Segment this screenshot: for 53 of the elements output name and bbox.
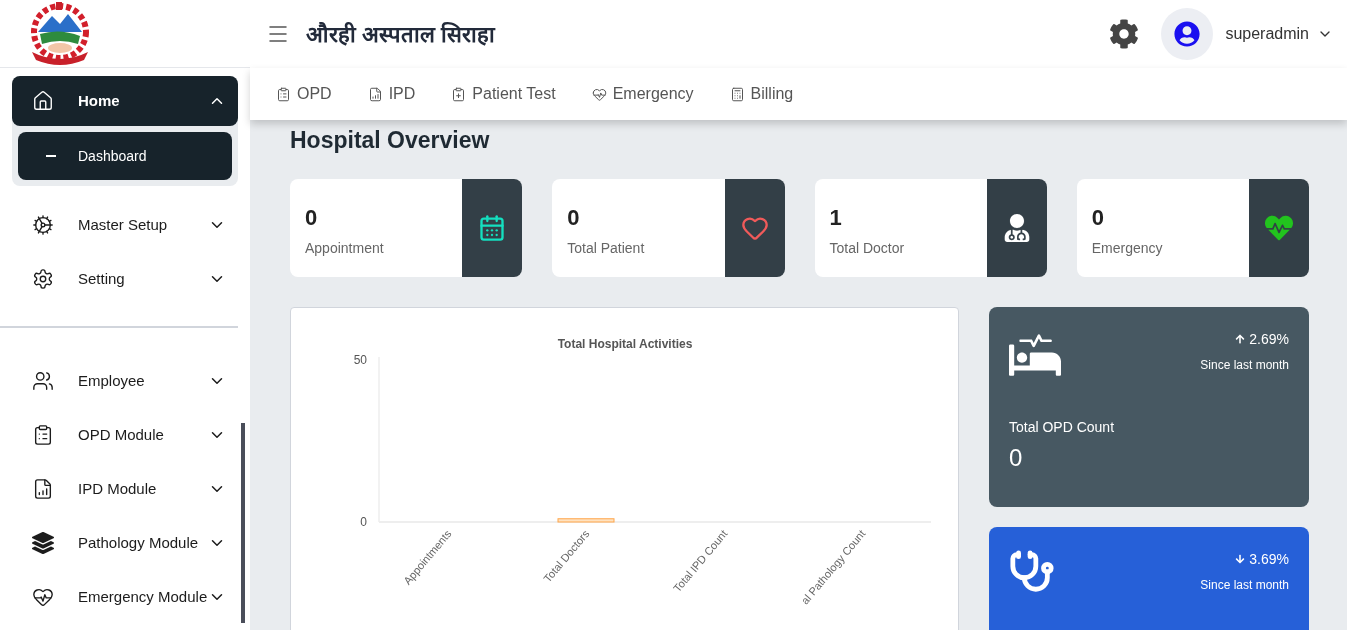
scrollbar-thumb[interactable] xyxy=(241,423,245,623)
settings-button[interactable] xyxy=(1109,19,1140,49)
change-value: 3.69% xyxy=(1235,548,1289,570)
chart-title: Total Hospital Activities xyxy=(557,336,693,351)
clipboard-icon xyxy=(32,424,54,446)
summary-value: 0 xyxy=(1009,442,1024,473)
stat-label: Appointment xyxy=(305,238,385,258)
clipboard-icon xyxy=(276,86,291,102)
heart-pulse-icon xyxy=(32,586,54,608)
layers-icon xyxy=(32,532,54,554)
stat-value: 0 xyxy=(305,203,319,232)
hospital-name: औरही अस्पताल सिराहा xyxy=(306,20,496,49)
nav-tab[interactable]: Emergency xyxy=(591,82,694,106)
arrow-down-icon xyxy=(1235,554,1246,564)
summary-label: Total OPD Count xyxy=(1009,417,1116,437)
chart-bar xyxy=(557,517,615,522)
home-icon xyxy=(32,90,54,112)
axis-tick-label: 0 xyxy=(360,514,367,529)
stethoscope-icon xyxy=(1009,548,1055,595)
nav-tab[interactable]: Patient Test xyxy=(451,82,556,106)
page-title: Hospital Overview xyxy=(290,126,491,155)
stat-value: 1 xyxy=(829,203,843,232)
sidebar-item[interactable]: Emergency Module xyxy=(12,570,238,624)
sidebar-item[interactable]: Setting xyxy=(12,252,238,306)
stat-value: 0 xyxy=(1091,203,1105,232)
nav-tab[interactable]: IPD xyxy=(367,82,416,106)
stat-value: 0 xyxy=(567,203,581,232)
stat-label: Total Doctor xyxy=(829,238,906,258)
sidebar-item[interactable]: Pathology Module xyxy=(12,516,238,570)
change-note: Since last month xyxy=(1200,356,1289,374)
calculator-icon xyxy=(729,86,745,102)
stat-label: Emergency xyxy=(1091,238,1164,258)
settings-icon xyxy=(32,268,54,290)
clipboard-plus-icon xyxy=(451,86,467,102)
sidebar-item[interactable]: IPD Module xyxy=(12,462,238,516)
gear-icon xyxy=(32,214,54,236)
nav-tab[interactable]: Billing xyxy=(729,82,794,106)
heart-pulse-icon xyxy=(591,86,607,102)
change-note: Since last month xyxy=(1200,576,1289,594)
user-menu[interactable]: superadmin xyxy=(1225,22,1333,46)
stat-label: Total Patient xyxy=(567,238,646,258)
sidebar-item[interactable]: Master Setup xyxy=(12,198,238,252)
document-chart-icon xyxy=(367,86,383,102)
sidebar-item[interactable]: Employee xyxy=(12,354,238,408)
sidebar-item[interactable]: OPD Module xyxy=(12,408,238,462)
users-icon xyxy=(32,370,54,392)
axis-tick-label: 50 xyxy=(353,352,367,367)
document-chart-icon xyxy=(32,478,54,500)
submenu-item[interactable]: Dashboard xyxy=(18,132,232,180)
change-value: 2.69% xyxy=(1235,328,1289,350)
arrow-up-icon xyxy=(1235,334,1246,344)
nav-tab[interactable]: OPD xyxy=(276,82,332,106)
sidebar-item[interactable]: Home xyxy=(12,76,238,126)
